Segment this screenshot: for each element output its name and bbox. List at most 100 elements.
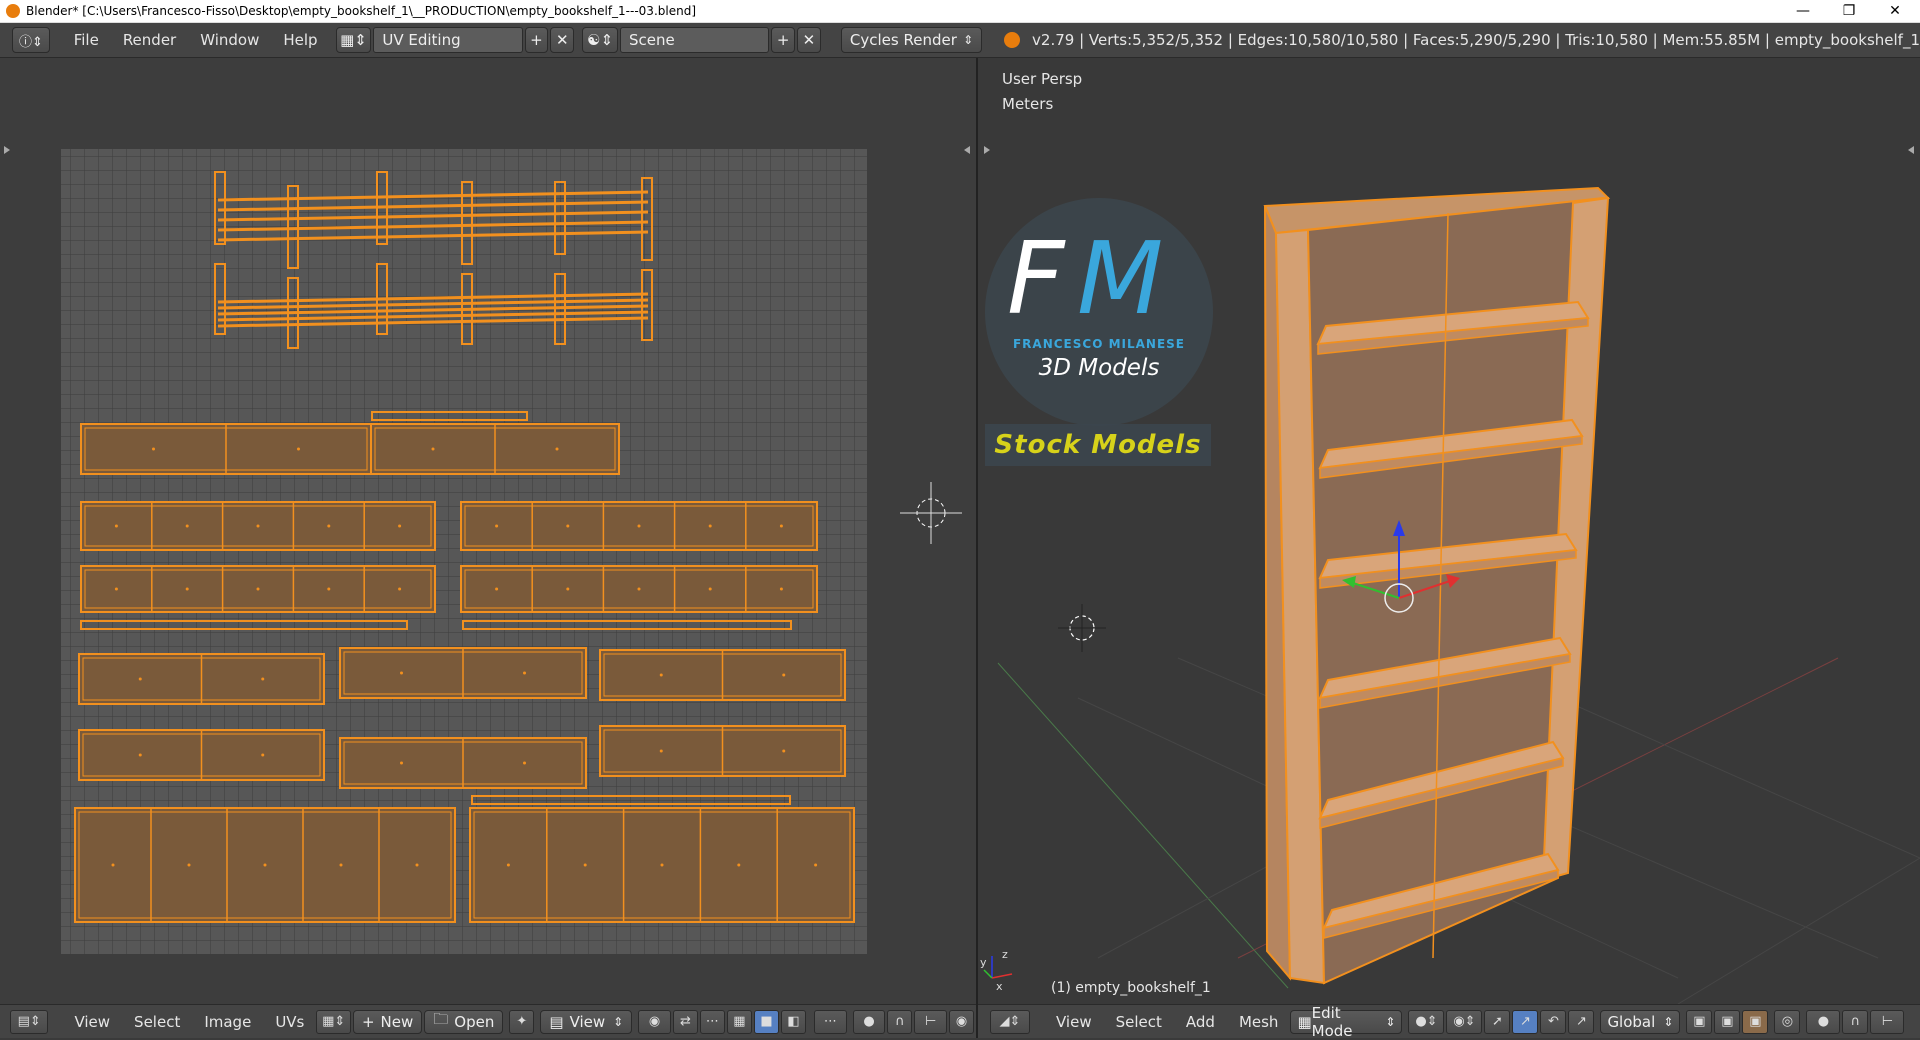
- interaction-mode-label: Edit Mode: [1311, 1003, 1353, 1040]
- scale-manipulator-button[interactable]: ↗: [1568, 1009, 1595, 1034]
- 2d-cursor[interactable]: [900, 482, 962, 544]
- face-select-icon: ■: [760, 1014, 773, 1029]
- island-select-button[interactable]: ◧: [780, 1009, 806, 1034]
- transform-orientation-dropdown[interactable]: Global ⇕: [1600, 1009, 1681, 1034]
- uv-menu-uvs[interactable]: UVs: [263, 1013, 316, 1031]
- uv-menu-view[interactable]: View: [62, 1013, 122, 1031]
- 3d-menu-select[interactable]: Select: [1104, 1013, 1174, 1031]
- uv-editor-footer: ▤⇕ View Select Image UVs ▦⇕ + New 🗀 Open ✦…: [0, 1004, 976, 1038]
- blender-logo-icon: [1004, 32, 1021, 48]
- 3d-cursor[interactable]: [1058, 604, 1106, 652]
- x-icon: ✕: [802, 31, 816, 49]
- scene-statistics: v2.79 | Verts:5,352/5,352 | Edges:10,580…: [1032, 31, 1920, 49]
- viewport-shading-button[interactable]: ●⇕: [1408, 1009, 1445, 1034]
- info-header: ⓘ⇕ File Render Window Help ▦⇕ UV Editing…: [0, 23, 1920, 58]
- edge-select-button[interactable]: ▦: [726, 1009, 752, 1034]
- 3d-menu-add[interactable]: Add: [1174, 1013, 1227, 1031]
- new-image-label: New: [380, 1012, 414, 1031]
- stock-models-banner: Stock Models: [985, 424, 1211, 466]
- pivot-button[interactable]: ◉: [638, 1009, 671, 1034]
- plus-icon: +: [361, 1012, 375, 1031]
- manipulator-toggle-button[interactable]: ➚: [1484, 1009, 1511, 1034]
- proportional-edit-button[interactable]: ●: [852, 1009, 886, 1034]
- menu-help[interactable]: Help: [271, 31, 329, 49]
- snap-element-icon: ⊢: [925, 1014, 937, 1029]
- face-select-mode-button[interactable]: ▣: [1742, 1009, 1769, 1034]
- svg-text:y: y: [980, 956, 987, 969]
- folder-icon: 🗀: [433, 1010, 449, 1028]
- add-layout-button[interactable]: +: [524, 27, 549, 53]
- new-image-button[interactable]: + New: [352, 1009, 423, 1034]
- vertex-select-mode-button[interactable]: ▣: [1686, 1009, 1713, 1034]
- rotate-icon: ↶: [1547, 1014, 1559, 1029]
- snap-target-button[interactable]: ⊢: [1870, 1009, 1905, 1034]
- minimize-button[interactable]: —: [1780, 0, 1826, 22]
- view-mode-dropdown[interactable]: ▤ View ⇕: [540, 1009, 633, 1034]
- vertex-select-button[interactable]: ⋯: [699, 1009, 725, 1034]
- sticky-icon: ⋯: [823, 1014, 837, 1029]
- add-scene-button[interactable]: +: [771, 27, 796, 53]
- blender-logo-icon: [6, 4, 20, 18]
- info-icon: ⓘ⇕: [18, 34, 43, 50]
- plus-icon: +: [776, 31, 790, 49]
- uv-menu-image[interactable]: Image: [192, 1013, 263, 1031]
- uv-image-editor[interactable]: [0, 58, 976, 1004]
- camera-icon: ◉: [955, 1014, 968, 1029]
- 3d-menu-view[interactable]: View: [1044, 1013, 1104, 1031]
- uv-canvas[interactable]: [0, 58, 976, 1004]
- open-image-button[interactable]: 🗀 Open: [424, 1009, 504, 1034]
- face-icon: ▣: [1749, 1014, 1762, 1029]
- sync-icon: ⇄: [679, 1014, 691, 1029]
- sticky-select-button[interactable]: ⋯: [813, 1009, 847, 1034]
- editor-type-info-button[interactable]: ⓘ⇕: [12, 27, 50, 53]
- snap-element-button[interactable]: ⊢: [914, 1009, 948, 1034]
- pivot-point-button[interactable]: ◉⇕: [1446, 1009, 1483, 1034]
- restore-button[interactable]: ❐: [1826, 0, 1872, 22]
- pivot-icon: ◉⇕: [1453, 1014, 1476, 1029]
- x-icon: ✕: [556, 31, 569, 49]
- cube-icon: ◢⇕: [999, 1014, 1021, 1029]
- image-browse-icon: ▦⇕: [322, 1014, 346, 1029]
- view-mode-label: View: [569, 1012, 606, 1031]
- interaction-mode-dropdown[interactable]: ▦ Edit Mode ⇕: [1290, 1004, 1403, 1040]
- menu-file[interactable]: File: [62, 31, 111, 49]
- render-slot-button[interactable]: ◉: [949, 1009, 975, 1034]
- updown-arrows-icon: ⇕: [1663, 1014, 1674, 1029]
- uv-menu-select[interactable]: Select: [122, 1013, 192, 1031]
- updown-arrows-icon: ⇕: [613, 1014, 624, 1029]
- render-engine-dropdown[interactable]: Cycles Render ⇕: [840, 27, 983, 53]
- orientation-label: Global: [1607, 1012, 1656, 1031]
- close-button[interactable]: ✕: [1872, 0, 1918, 22]
- translate-manipulator-button[interactable]: ↗: [1512, 1009, 1539, 1034]
- screen-layout-field[interactable]: UV Editing: [373, 27, 523, 53]
- magnet-icon: ∩: [1850, 1014, 1861, 1029]
- sync-selection-button[interactable]: ⇄: [672, 1009, 698, 1034]
- pin-button[interactable]: ✦: [509, 1009, 535, 1034]
- edge-select-icon: ▦: [733, 1014, 746, 1029]
- 3d-menu-mesh[interactable]: Mesh: [1227, 1013, 1291, 1031]
- proportional-icon: ●: [1817, 1014, 1830, 1029]
- edge-select-mode-button[interactable]: ▣: [1714, 1009, 1741, 1034]
- scene-field[interactable]: Scene: [620, 27, 770, 53]
- face-select-button[interactable]: ■: [753, 1009, 779, 1034]
- y-axis-line: [997, 662, 1289, 989]
- editor-type-3d-button[interactable]: ◢⇕: [990, 1009, 1030, 1034]
- vertex-select-icon: ⋯: [705, 1014, 719, 1029]
- rotate-manipulator-button[interactable]: ↶: [1540, 1009, 1567, 1034]
- delete-layout-button[interactable]: ✕: [550, 27, 575, 53]
- snap-button[interactable]: ∩: [1842, 1009, 1869, 1034]
- editor-type-uv-button[interactable]: ▤⇕: [10, 1009, 49, 1034]
- window-titlebar: Blender* [C:\Users\Francesco-Fisso\Deskt…: [0, 0, 1920, 23]
- snap-toggle-button[interactable]: ∩: [887, 1009, 913, 1034]
- delete-scene-button[interactable]: ✕: [797, 27, 821, 53]
- occlude-geometry-button[interactable]: ◎: [1774, 1009, 1801, 1034]
- units-label: Meters: [1002, 95, 1054, 113]
- menu-render[interactable]: Render: [111, 31, 188, 49]
- svg-text:z: z: [1002, 948, 1008, 961]
- menu-window[interactable]: Window: [188, 31, 271, 49]
- manipulator-icon: ➚: [1491, 1014, 1503, 1029]
- proportional-editing-button[interactable]: ●: [1806, 1009, 1841, 1034]
- image-browse-button[interactable]: ▦⇕: [316, 1009, 351, 1034]
- screen-layout-selector[interactable]: ▦⇕: [335, 27, 372, 53]
- scene-selector[interactable]: ☯⇕: [582, 27, 619, 53]
